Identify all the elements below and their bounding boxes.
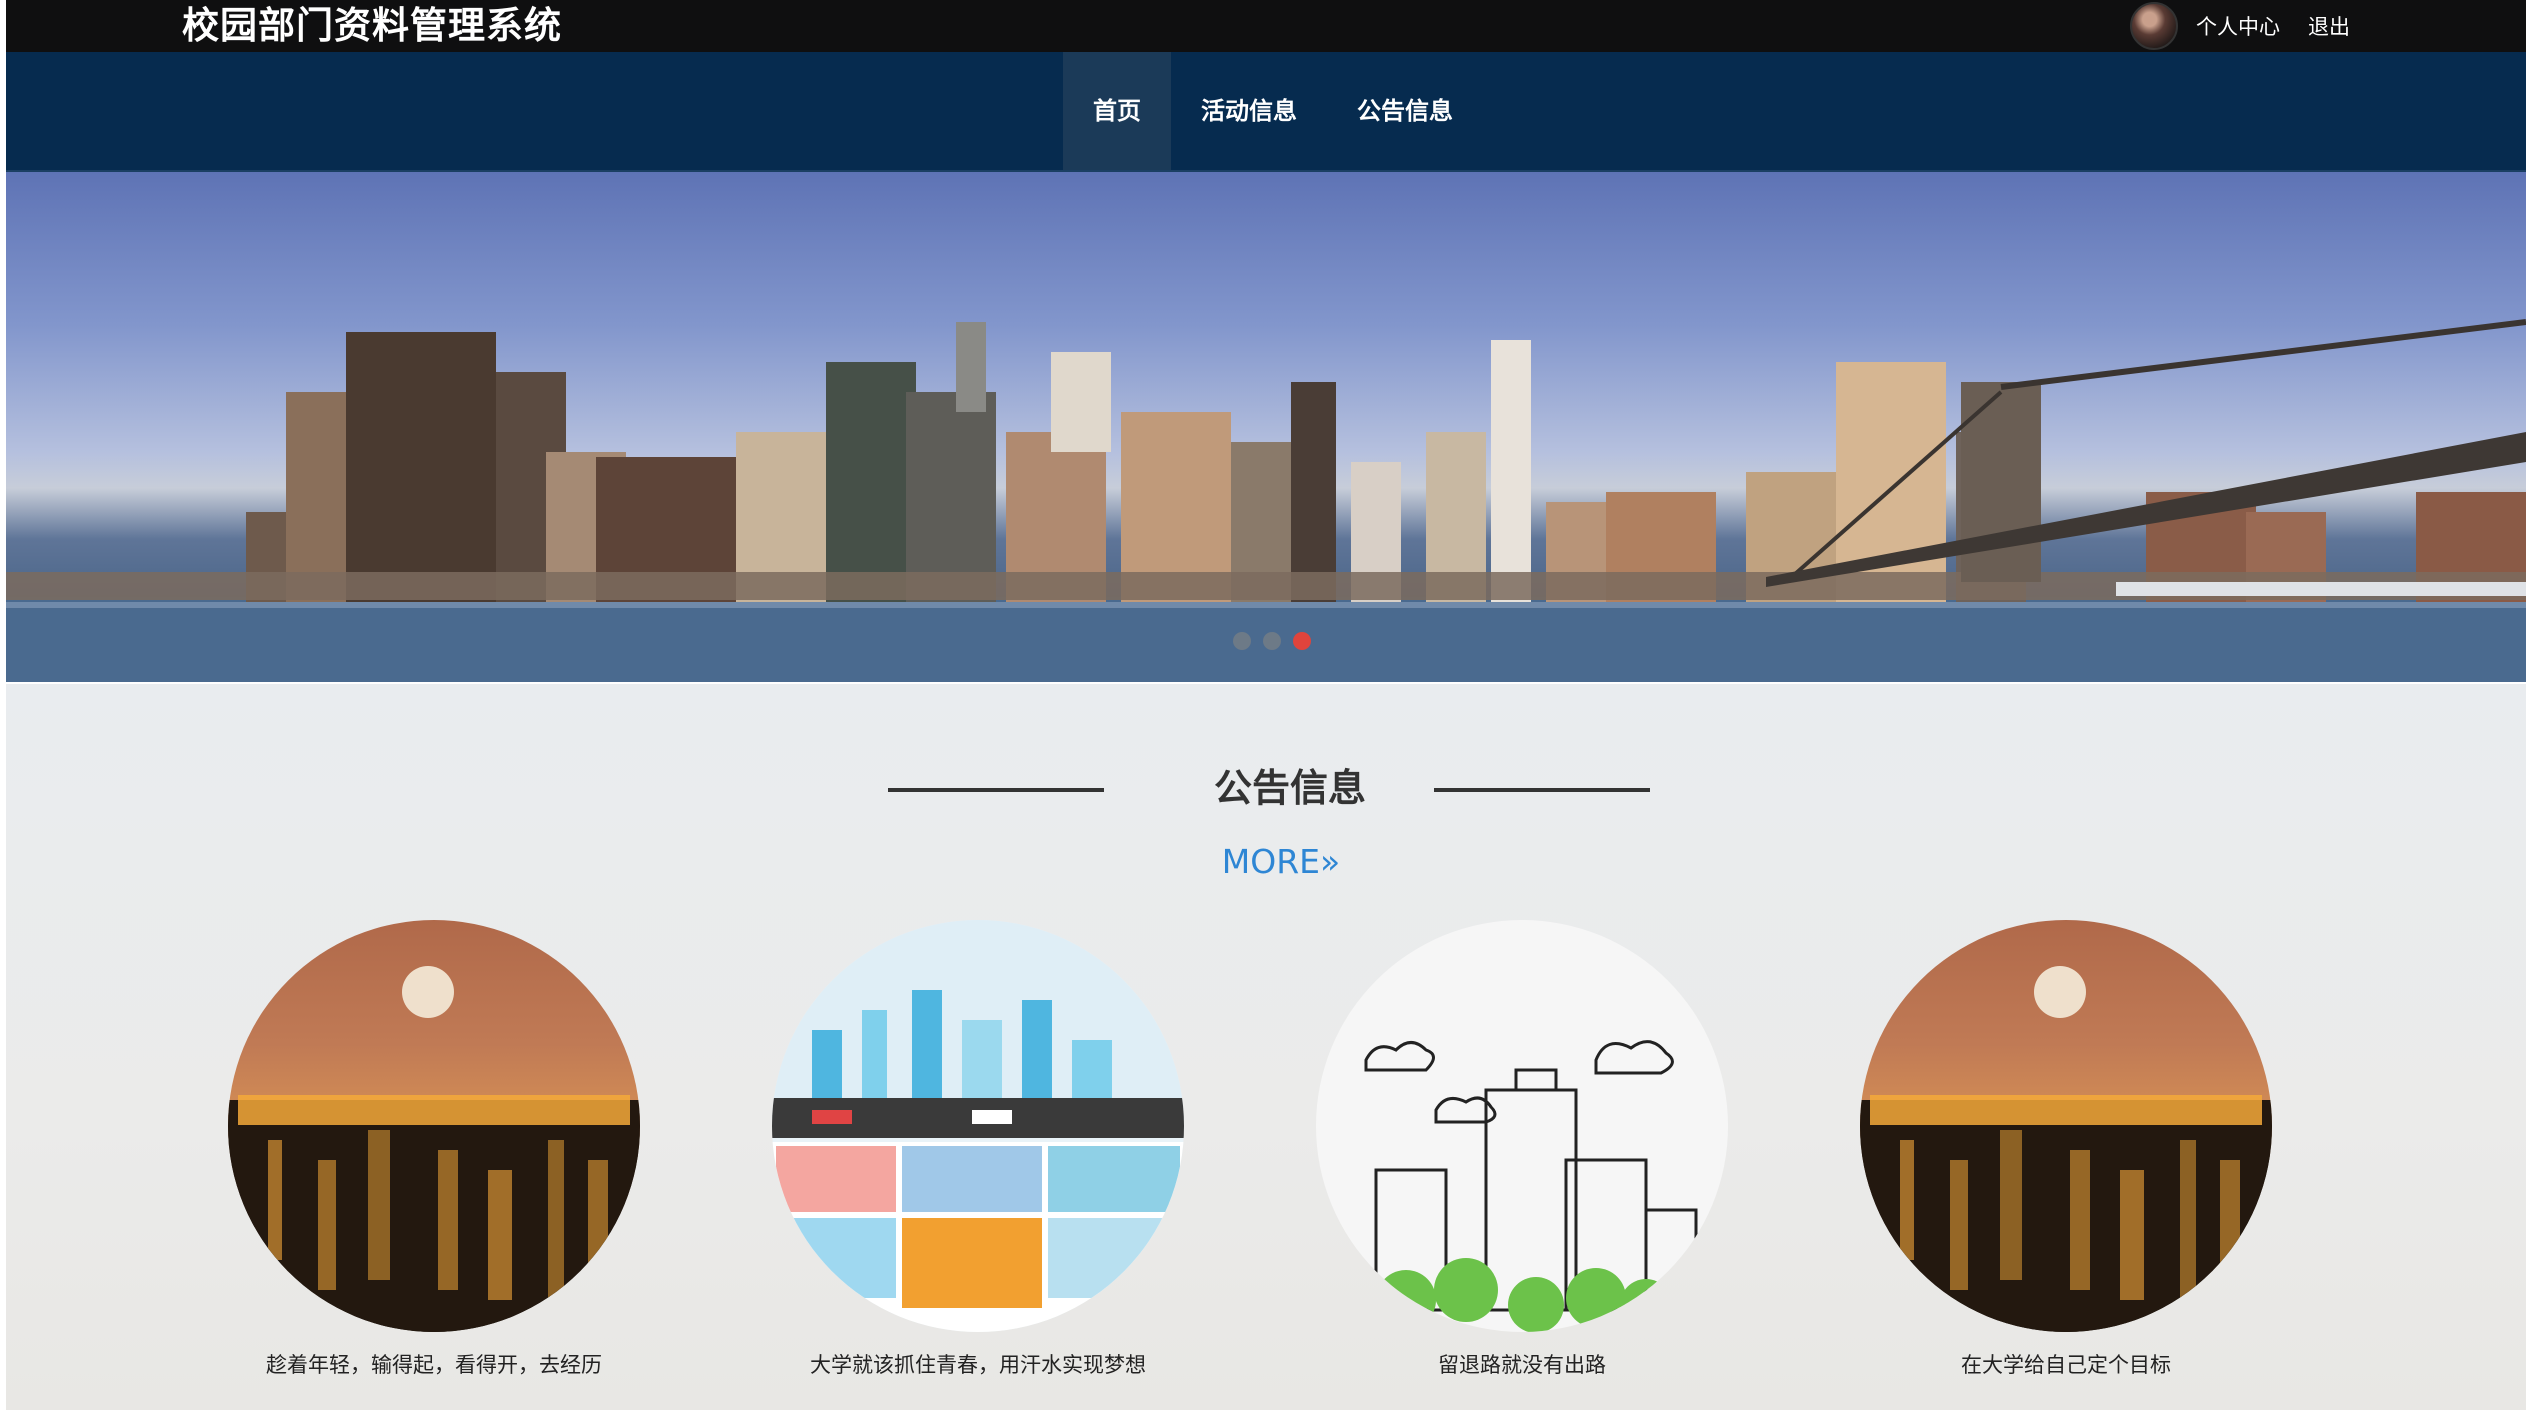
notice-caption: 趁着年轻，输得起，看得开，去经历 [266,1353,602,1377]
notice-caption: 大学就该抓住青春，用汗水实现梦想 [810,1353,1146,1377]
user-area: 个人中心 退出 [2130,0,2350,52]
notice-caption: 在大学给自己定个目标 [1961,1353,2171,1377]
top-bar: 校园部门资料管理系统 个人中心 退出 [6,0,2526,52]
carousel-indicators [1233,632,1311,650]
more-label: MORE [1221,842,1321,881]
section-title: 公告信息 [1213,766,1366,810]
notice-card[interactable]: 留退路就没有出路 [1312,920,1732,1380]
notice-card[interactable]: 趁着年轻，输得起，看得开，去经历 [224,920,644,1380]
carousel-dot-2[interactable] [1263,632,1281,650]
more-link[interactable]: MORE» [1206,840,1356,884]
notice-section: 公告信息 MORE» 趁着年轻，输得起，看得开，去经历 大学就该抓住青春，用汗水… [6,684,2526,1410]
notice-card[interactable]: 在大学给自己定个目标 [1856,920,2276,1380]
title-divider-right [1434,788,1650,792]
nav-item-activities[interactable]: 活动信息 [1171,52,1327,170]
notice-card[interactable]: 大学就该抓住青春，用汗水实现梦想 [768,920,1188,1380]
banner-carousel[interactable] [6,172,2526,682]
notice-image-night-city [1860,920,2272,1332]
notice-image-night-city [228,920,640,1332]
site-title: 校园部门资料管理系统 [182,4,562,47]
skyline-banner-image [6,319,2526,682]
double-chevron-right-icon: » [1320,842,1341,881]
nav-item-notices[interactable]: 公告信息 [1327,52,1483,170]
carousel-dot-3[interactable] [1293,632,1311,650]
main-nav: 首页 活动信息 公告信息 [6,52,2526,172]
notice-image-cartoon-city [772,920,1184,1332]
notice-caption: 留退路就没有出路 [1438,1353,1606,1377]
notice-image-sketch-buildings [1316,920,1728,1332]
user-avatar[interactable] [2130,2,2178,50]
nav-item-home[interactable]: 首页 [1063,52,1171,170]
user-center-link[interactable]: 个人中心 [2196,11,2280,41]
title-divider-left [888,788,1104,792]
carousel-dot-1[interactable] [1233,632,1251,650]
logout-link[interactable]: 退出 [2308,11,2350,41]
